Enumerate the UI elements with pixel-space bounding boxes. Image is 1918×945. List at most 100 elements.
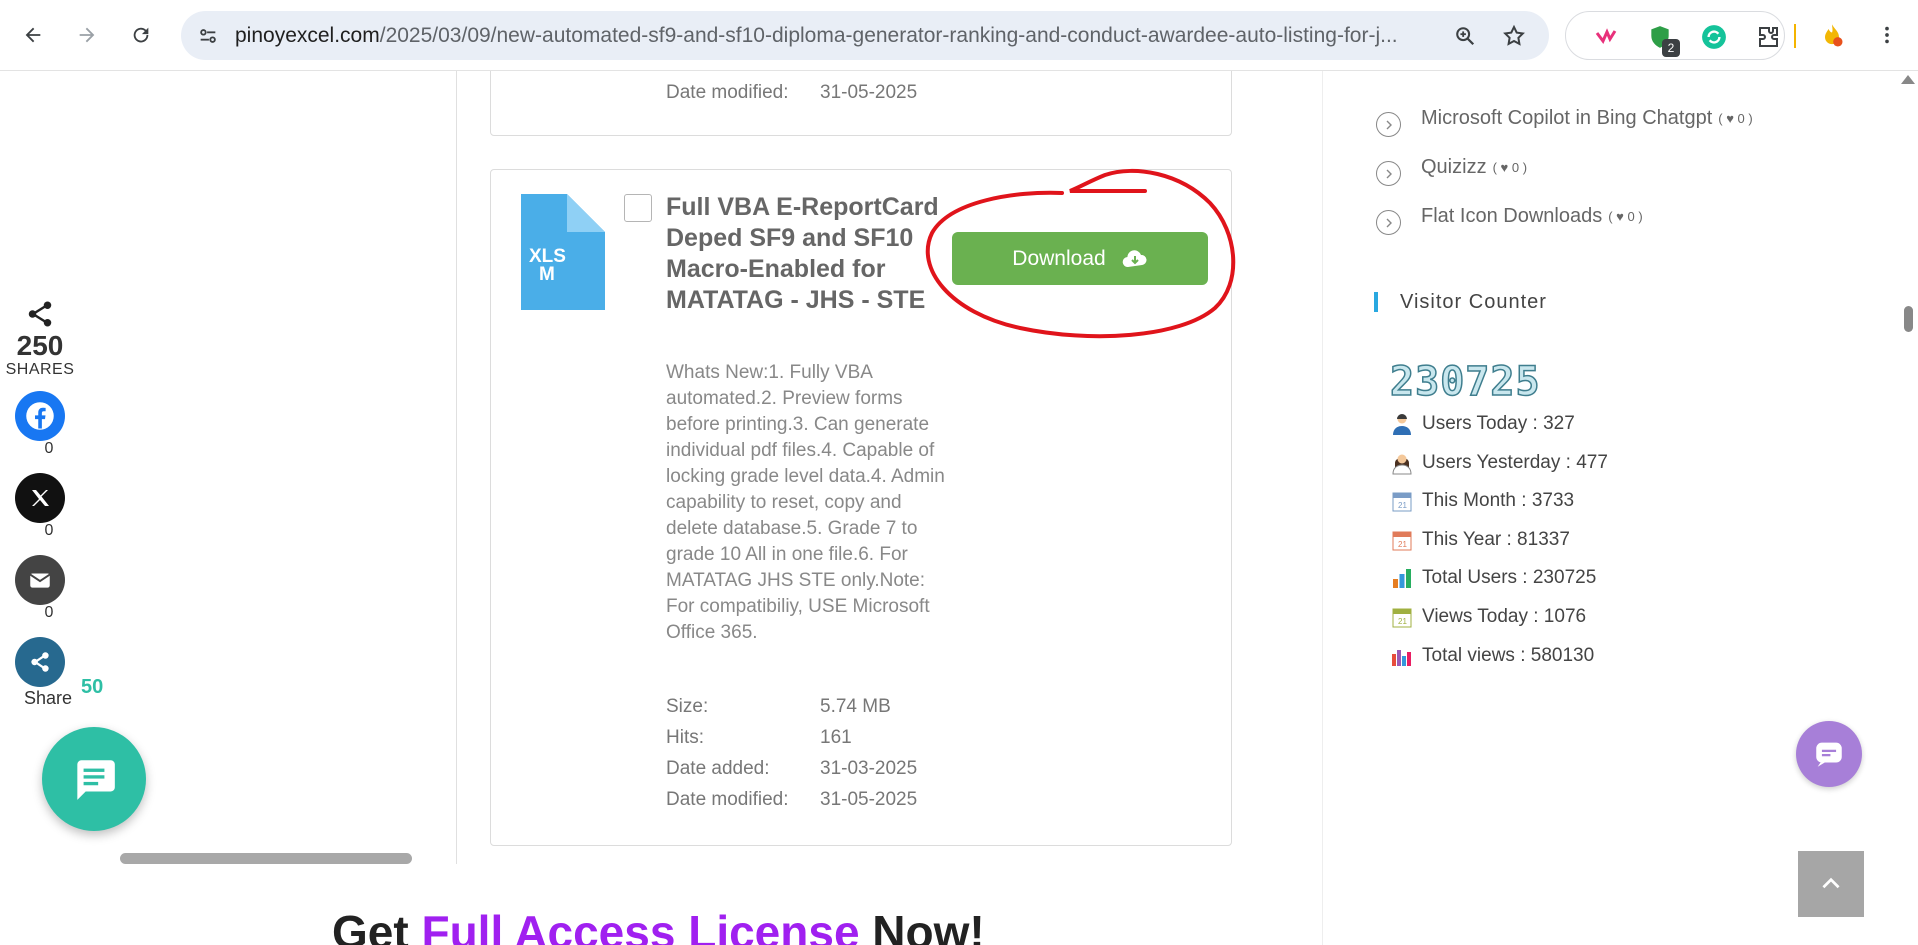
site-info-icon[interactable] xyxy=(195,23,221,49)
back-button[interactable] xyxy=(16,18,50,52)
extension-shield-icon[interactable]: 2 xyxy=(1646,23,1680,57)
email-share-count: 0 xyxy=(44,604,54,621)
sidebar-link-copilot[interactable]: Microsoft Copilot in Bing Chatgpt ( ♥ 0 … xyxy=(1376,100,1753,137)
chat-fab-button[interactable] xyxy=(42,727,146,831)
date-added-row: Date added: 31-03-2025 xyxy=(666,758,918,779)
size-row: Size: 5.74 MB xyxy=(666,696,891,717)
date-modified-row: Date modified: 31-05-2025 xyxy=(666,82,918,103)
url-text[interactable]: pinoyexcel.com/2025/03/09/new-automated-… xyxy=(235,24,1415,48)
extension-pink-icon[interactable] xyxy=(1592,23,1620,51)
x-logo-icon xyxy=(32,490,49,506)
reload-icon xyxy=(133,27,149,43)
x-share-button[interactable] xyxy=(15,473,65,523)
bar-chart-icon xyxy=(1393,569,1411,588)
xlsm-file-icon: XLS M xyxy=(521,194,605,310)
browser-menu-button[interactable] xyxy=(1870,18,1904,52)
stat-users-yesterday: Users Yesterday : 477 xyxy=(1390,451,1608,475)
download-card: XLS M Full VBA E-ReportCard Deped SF9 and… xyxy=(490,169,1232,846)
cloud-download-icon xyxy=(1122,249,1147,267)
zoom-icon[interactable] xyxy=(1452,23,1478,49)
stat-users-today: Users Today : 327 xyxy=(1390,412,1575,436)
extensions-area: 2 xyxy=(1565,11,1785,60)
counter-digit: 2 xyxy=(1389,358,1416,406)
counter-digit: 2 xyxy=(1490,358,1516,406)
share-total-label: SHARES xyxy=(5,361,75,378)
email-share-button[interactable] xyxy=(15,555,65,605)
svg-text:M: M xyxy=(539,264,555,285)
download-label: Download xyxy=(1012,246,1106,270)
reload-button[interactable] xyxy=(124,18,158,52)
facebook-share-button[interactable] xyxy=(15,391,65,441)
kebab-menu-icon xyxy=(1885,26,1889,44)
download-button[interactable]: Download xyxy=(952,232,1208,285)
share-icon xyxy=(28,301,52,327)
stat-views-today: 21 Views Today : 1076 xyxy=(1390,605,1586,629)
stat-total-users: Total Users : 230725 xyxy=(1390,566,1596,590)
chevron-up-icon xyxy=(1822,877,1840,889)
scroll-up-arrow[interactable] xyxy=(1901,75,1915,84)
svg-text:21: 21 xyxy=(1398,617,1407,626)
share-more-button[interactable] xyxy=(15,637,65,687)
extensions-puzzle-icon[interactable] xyxy=(1754,23,1782,51)
bar-chart-icon xyxy=(1392,650,1411,666)
calendar-icon: 21 xyxy=(1392,492,1412,512)
forward-button[interactable] xyxy=(70,18,104,52)
content-divider xyxy=(456,71,457,864)
counter-digit: 7 xyxy=(1465,358,1491,406)
x-share-count: 0 xyxy=(44,522,54,539)
browser-toolbar: pinoyexcel.com/2025/03/09/new-automated-… xyxy=(0,0,1918,71)
calendar-icon: 21 xyxy=(1392,531,1412,551)
counter-digit: 5 xyxy=(1515,358,1541,406)
extension-flame-icon[interactable] xyxy=(1818,22,1846,50)
user-female-icon xyxy=(1392,454,1412,475)
cta-heading: Get Full Access License Now! xyxy=(332,906,985,945)
counter-digit: 0 xyxy=(1439,358,1466,406)
page-content: 250 SHARES 0 0 0 Share 50 Date modified:… xyxy=(0,71,1918,945)
chat-bubble-icon xyxy=(1816,742,1842,767)
back-to-top-button[interactable] xyxy=(1798,851,1864,917)
chevron-right-icon xyxy=(1376,112,1401,137)
date-modified-row: Date modified: 31-05-2025 xyxy=(666,789,918,810)
share-label: Share xyxy=(24,688,73,708)
sidebar-divider xyxy=(1322,71,1323,945)
counter-digit: 3 xyxy=(1414,358,1441,406)
likes-count: ( ♥ 0 ) xyxy=(1608,209,1643,224)
share-count: 50 xyxy=(81,676,104,698)
heart-icon: ♥ xyxy=(1726,111,1734,126)
hits-row: Hits: 161 xyxy=(666,727,852,748)
calendar-icon: 21 xyxy=(1392,608,1412,628)
chevron-right-icon xyxy=(1376,161,1401,186)
facebook-share-count: 0 xyxy=(44,440,54,457)
sidebar-link-label[interactable]: Microsoft Copilot in Bing Chatgpt xyxy=(1421,107,1712,130)
sidebar-link-label[interactable]: Quizizz xyxy=(1421,156,1487,179)
bookmark-star-icon[interactable] xyxy=(1501,23,1527,49)
share-icon xyxy=(31,652,49,672)
toolbar-separator xyxy=(1794,24,1796,48)
messenger-chat-button[interactable] xyxy=(1796,721,1862,787)
sidebar-link-label[interactable]: Flat Icon Downloads xyxy=(1421,205,1602,228)
sidebar-link-quizizz[interactable]: Quizizz ( ♥ 0 ) xyxy=(1376,149,1527,186)
visitor-counter-digits: 2 3 0 7 2 5 xyxy=(1389,358,1541,406)
back-arrow-icon xyxy=(25,27,41,43)
forward-arrow-icon xyxy=(79,27,95,43)
stat-total-views: Total views : 580130 xyxy=(1390,644,1594,668)
envelope-icon xyxy=(29,573,51,588)
address-bar[interactable]: pinoyexcel.com/2025/03/09/new-automated-… xyxy=(181,11,1549,60)
heart-icon: ♥ xyxy=(1616,209,1624,224)
share-widget: 250 SHARES xyxy=(0,299,80,379)
download-card-previous: Date modified: 31-05-2025 xyxy=(490,71,1232,136)
svg-text:21: 21 xyxy=(1398,540,1407,549)
visitor-counter-title: Visitor Counter xyxy=(1374,292,1547,312)
user-male-icon xyxy=(1393,414,1411,435)
horizontal-scrollbar[interactable] xyxy=(120,853,412,864)
facebook-icon xyxy=(26,402,54,430)
file-description: Whats New:1. Fully VBA automated.2. Prev… xyxy=(666,362,945,643)
stat-this-year: 21 This Year : 81337 xyxy=(1390,528,1570,552)
file-select-checkbox[interactable] xyxy=(624,194,652,222)
likes-count: ( ♥ 0 ) xyxy=(1718,111,1753,126)
extension-grammar-icon[interactable] xyxy=(1700,23,1728,51)
vertical-scrollbar-thumb[interactable] xyxy=(1904,306,1913,332)
likes-count: ( ♥ 0 ) xyxy=(1492,160,1528,175)
sidebar-link-flaticon[interactable]: Flat Icon Downloads ( ♥ 0 ) xyxy=(1376,198,1643,235)
file-title[interactable]: Full VBA E-ReportCard Deped SF9 and SF10… xyxy=(666,192,944,316)
